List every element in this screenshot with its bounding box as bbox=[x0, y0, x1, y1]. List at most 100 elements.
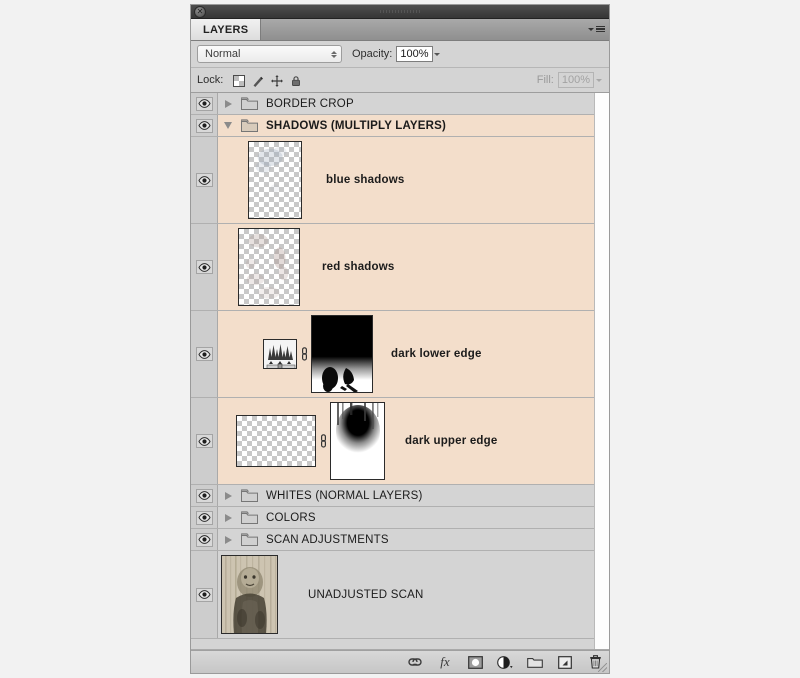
layer-name: COLORS bbox=[260, 512, 316, 524]
eye-icon[interactable] bbox=[196, 533, 213, 547]
layer-name: UNADJUSTED SCAN bbox=[302, 589, 423, 601]
layer-row-shadows-group[interactable]: SHADOWS (MULTIPLY LAYERS) bbox=[191, 115, 594, 137]
lock-image-pixels-icon[interactable] bbox=[252, 74, 264, 86]
visibility-toggle[interactable] bbox=[191, 224, 218, 310]
visibility-toggle[interactable] bbox=[191, 485, 218, 506]
titlebar-grip[interactable] bbox=[380, 10, 420, 13]
fill-slider-caret-icon[interactable] bbox=[594, 72, 603, 88]
lock-all-icon[interactable] bbox=[290, 74, 302, 86]
group-twisty-collapsed[interactable] bbox=[218, 536, 238, 544]
vertical-scrollbar[interactable] bbox=[594, 93, 609, 649]
layer-name: WHITES (NORMAL LAYERS) bbox=[260, 490, 422, 502]
layer-list: BORDER CROP SHADOWS (MULTIPLY LAYERS) bbox=[191, 93, 609, 650]
layer-name: red shadows bbox=[316, 261, 395, 273]
layer-mask-thumbnail[interactable] bbox=[330, 402, 385, 480]
blend-opacity-row: Normal Opacity: 100% bbox=[191, 41, 609, 68]
lock-transparent-pixels-icon[interactable] bbox=[233, 74, 245, 86]
opacity-slider-caret-icon[interactable] bbox=[433, 46, 442, 62]
fill-input[interactable]: 100% bbox=[558, 72, 594, 88]
eye-icon[interactable] bbox=[196, 588, 213, 602]
layer-row-dark-lower-edge[interactable]: dark lower edge bbox=[191, 311, 594, 398]
chevron-down-icon bbox=[588, 28, 594, 31]
layer-name: dark lower edge bbox=[385, 348, 482, 360]
tab-layers[interactable]: LAYERS bbox=[191, 19, 261, 40]
lock-label: Lock: bbox=[197, 74, 223, 86]
triangle-down-icon bbox=[224, 122, 232, 129]
eye-icon[interactable] bbox=[196, 119, 213, 133]
folder-icon bbox=[238, 489, 260, 502]
layer-row-scan-adjustments-group[interactable]: SCAN ADJUSTMENTS bbox=[191, 529, 594, 551]
link-mask-icon[interactable] bbox=[316, 434, 330, 448]
close-icon[interactable]: ✕ bbox=[194, 6, 206, 18]
folder-icon bbox=[238, 511, 260, 524]
eye-icon[interactable] bbox=[196, 173, 213, 187]
layer-name: dark upper edge bbox=[399, 435, 497, 447]
layers-bottom-toolbar: fx bbox=[191, 650, 609, 673]
triangle-right-icon bbox=[225, 100, 232, 108]
visibility-toggle[interactable] bbox=[191, 507, 218, 528]
layer-row-blue-shadows[interactable]: blue shadows bbox=[191, 137, 594, 224]
levels-adjustment-icon[interactable] bbox=[263, 339, 297, 369]
chevron-updown-icon bbox=[331, 51, 337, 58]
layer-mask-thumbnail[interactable] bbox=[311, 315, 373, 393]
layer-row-border-crop[interactable]: BORDER CROP bbox=[191, 93, 594, 115]
layer-row-dark-upper-edge[interactable]: dark upper edge bbox=[191, 398, 594, 485]
panel-resize-grip[interactable] bbox=[598, 663, 607, 672]
link-mask-icon[interactable] bbox=[297, 347, 311, 361]
layer-row-whites-group[interactable]: WHITES (NORMAL LAYERS) bbox=[191, 485, 594, 507]
add-layer-mask-icon[interactable] bbox=[467, 654, 483, 670]
layer-thumbnail[interactable] bbox=[236, 415, 316, 467]
eye-icon[interactable] bbox=[196, 434, 213, 448]
group-twisty-collapsed[interactable] bbox=[218, 100, 238, 108]
panel-menu-icon[interactable] bbox=[588, 23, 604, 35]
eye-icon[interactable] bbox=[196, 511, 213, 525]
blend-mode-value: Normal bbox=[205, 48, 240, 60]
layer-name: SCAN ADJUSTMENTS bbox=[260, 534, 389, 546]
layer-thumbnail[interactable] bbox=[238, 228, 300, 306]
layer-row-unadjusted-scan[interactable]: UNADJUSTED SCAN bbox=[191, 551, 594, 639]
triangle-right-icon bbox=[225, 514, 232, 522]
group-twisty-collapsed[interactable] bbox=[218, 514, 238, 522]
eye-icon[interactable] bbox=[196, 260, 213, 274]
folder-icon bbox=[238, 119, 260, 132]
opacity-input[interactable]: 100% bbox=[396, 46, 432, 62]
layer-list-filler bbox=[191, 639, 594, 650]
group-twisty-collapsed[interactable] bbox=[218, 492, 238, 500]
layer-name: SHADOWS (MULTIPLY LAYERS) bbox=[260, 120, 446, 132]
layer-name: BORDER CROP bbox=[260, 98, 354, 110]
visibility-toggle[interactable] bbox=[191, 115, 218, 136]
lock-row: Lock: Fill: 100% bbox=[191, 68, 609, 93]
group-twisty-expanded[interactable] bbox=[218, 122, 238, 129]
eye-icon[interactable] bbox=[196, 489, 213, 503]
hamburger-icon bbox=[596, 26, 605, 33]
visibility-toggle[interactable] bbox=[191, 137, 218, 223]
link-layers-icon[interactable] bbox=[407, 654, 423, 670]
opacity-label: Opacity: bbox=[352, 48, 392, 60]
layers-panel: ✕ LAYERS Normal Opacity: 100% Lock: bbox=[190, 4, 610, 674]
visibility-toggle[interactable] bbox=[191, 398, 218, 484]
layer-row-colors-group[interactable]: COLORS bbox=[191, 507, 594, 529]
panel-titlebar[interactable]: ✕ bbox=[191, 5, 609, 19]
layer-style-fx-icon[interactable]: fx bbox=[437, 654, 453, 670]
folder-icon bbox=[238, 97, 260, 110]
new-group-icon[interactable] bbox=[527, 654, 543, 670]
lock-position-icon[interactable] bbox=[271, 74, 283, 86]
eye-icon[interactable] bbox=[196, 347, 213, 361]
fill-label: Fill: bbox=[537, 74, 554, 86]
layer-thumbnail[interactable] bbox=[221, 555, 278, 634]
folder-icon bbox=[238, 533, 260, 546]
visibility-toggle[interactable] bbox=[191, 529, 218, 550]
layer-row-red-shadows[interactable]: red shadows bbox=[191, 224, 594, 311]
blend-mode-select[interactable]: Normal bbox=[197, 45, 342, 63]
layer-name: blue shadows bbox=[320, 174, 404, 186]
eye-icon[interactable] bbox=[196, 97, 213, 111]
visibility-toggle[interactable] bbox=[191, 93, 218, 114]
triangle-right-icon bbox=[225, 492, 232, 500]
layer-thumbnail[interactable] bbox=[248, 141, 302, 219]
new-layer-icon[interactable] bbox=[557, 654, 573, 670]
visibility-toggle[interactable] bbox=[191, 551, 218, 638]
triangle-right-icon bbox=[225, 536, 232, 544]
visibility-toggle[interactable] bbox=[191, 311, 218, 397]
new-adjustment-layer-icon[interactable] bbox=[497, 654, 513, 670]
panel-tabstrip: LAYERS bbox=[191, 19, 609, 41]
